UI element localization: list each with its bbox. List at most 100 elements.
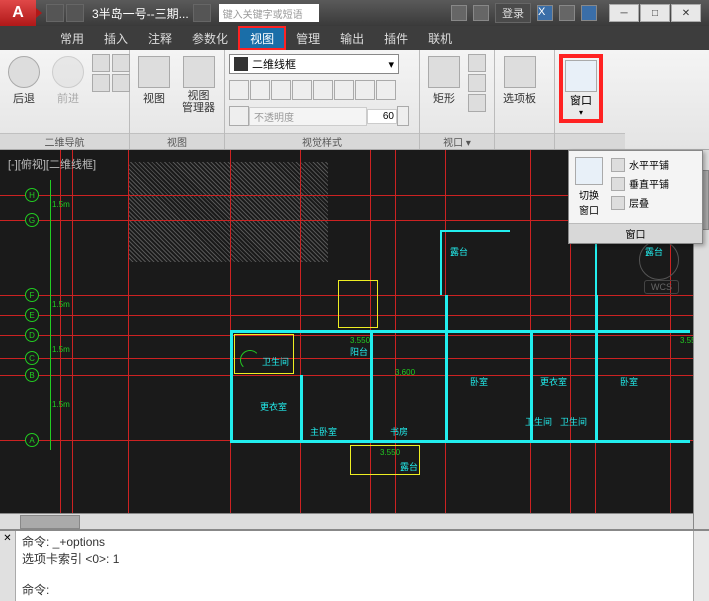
wall xyxy=(440,230,510,232)
visual-style-combo[interactable]: 二维线框 ▾ xyxy=(229,54,399,74)
viewport-btn[interactable] xyxy=(468,74,486,92)
window-controls: ─ □ ✕ xyxy=(609,4,701,22)
balcony xyxy=(338,280,378,328)
rect-label: 矩形 xyxy=(433,90,455,106)
rect-icon xyxy=(428,56,460,88)
forward-button[interactable]: 前进 xyxy=(48,54,88,108)
room-label: 更衣室 xyxy=(540,375,567,388)
wall xyxy=(595,295,598,443)
opacity-spinner[interactable] xyxy=(397,106,409,126)
ribbon-tabs: 常用 插入 注释 参数化 视图 管理 输出 插件 联机 xyxy=(0,26,709,50)
panel-label xyxy=(495,133,554,149)
popup-footer: 窗口 xyxy=(569,223,702,243)
panel-label: 二维导航 xyxy=(0,133,129,149)
user-icon[interactable] xyxy=(473,5,489,21)
cmd-handle[interactable]: ✕ xyxy=(0,531,16,601)
forward-label: 前进 xyxy=(57,90,79,106)
search-input[interactable]: 键入关键字或短语 xyxy=(219,4,319,22)
tab-home[interactable]: 常用 xyxy=(50,26,94,50)
tab-plugin[interactable]: 插件 xyxy=(374,26,418,50)
orbit-icon[interactable] xyxy=(112,54,130,72)
panel-label[interactable]: 视口 ▾ xyxy=(420,133,494,149)
item-label: 层叠 xyxy=(629,195,649,210)
rect-button[interactable]: 矩形 xyxy=(424,54,464,108)
tab-output[interactable]: 输出 xyxy=(330,26,374,50)
tab-parametric[interactable]: 参数化 xyxy=(182,26,238,50)
exchange-icon[interactable]: X xyxy=(537,5,553,21)
item-label: 垂直平铺 xyxy=(629,176,669,191)
style-btn[interactable] xyxy=(313,80,333,100)
switch-window-icon xyxy=(575,157,603,185)
grid-bubble: C xyxy=(25,351,39,365)
tile-horizontal-item[interactable]: 水平平铺 xyxy=(611,157,669,172)
cmd-scrollbar[interactable] xyxy=(693,531,709,601)
app-logo[interactable]: A xyxy=(0,0,36,26)
qat-btn[interactable] xyxy=(66,4,84,22)
style-btn[interactable] xyxy=(292,80,312,100)
dim-text: 1.5m xyxy=(52,345,70,354)
view-button[interactable]: 视图 xyxy=(134,54,174,108)
grid-bubble: B xyxy=(25,368,39,382)
help-icon[interactable] xyxy=(581,5,597,21)
login-button[interactable]: 登录 xyxy=(495,3,531,23)
cascade-item[interactable]: 层叠 xyxy=(611,195,669,210)
tile-h-icon xyxy=(611,158,625,172)
binoculars-icon[interactable] xyxy=(451,5,467,21)
window-button[interactable]: 窗口 ▾ xyxy=(559,54,603,123)
room-label: 主卧室 xyxy=(310,425,337,438)
maximize-button[interactable]: □ xyxy=(640,4,670,22)
opacity-value[interactable]: 60 xyxy=(367,109,397,124)
style-btn[interactable] xyxy=(334,80,354,100)
switch-window-label: 切换 窗口 xyxy=(579,187,599,217)
pan-icon[interactable] xyxy=(92,54,110,72)
opacity-label: 不透明度 xyxy=(249,107,367,126)
dim-value: 3.550 xyxy=(380,448,400,457)
view-label[interactable]: [-][俯视][二维线框] xyxy=(8,156,96,172)
zoom-icon[interactable] xyxy=(112,74,130,92)
tab-annotate[interactable]: 注释 xyxy=(138,26,182,50)
zoom-extents-icon[interactable] xyxy=(92,74,110,92)
tile-vertical-item[interactable]: 垂直平铺 xyxy=(611,176,669,191)
door-arc xyxy=(240,350,260,370)
palette-button[interactable]: 选项板 xyxy=(499,54,540,108)
command-window: ✕ 命令: _+options 选项卡索引 <0>: 1 命令: xyxy=(0,529,709,601)
opacity-icon[interactable] xyxy=(229,106,249,126)
tile-v-icon xyxy=(611,177,625,191)
tab-online[interactable]: 联机 xyxy=(418,26,462,50)
ribbon: 后退 前进 二维导航 视图 视图 管理器 xyxy=(0,50,709,150)
wall xyxy=(300,375,303,443)
tab-view[interactable]: 视图 xyxy=(238,26,286,50)
wall xyxy=(445,295,448,443)
view-manager-button[interactable]: 视图 管理器 xyxy=(178,54,219,116)
style-btn[interactable] xyxy=(250,80,270,100)
grid-line xyxy=(72,150,73,513)
scrollbar-thumb[interactable] xyxy=(20,515,80,529)
close-button[interactable]: ✕ xyxy=(671,4,701,22)
switch-window-button[interactable]: 切换 窗口 xyxy=(575,157,603,217)
viewport-btn[interactable] xyxy=(468,54,486,72)
horizontal-scrollbar[interactable] xyxy=(0,513,693,529)
style-btn[interactable] xyxy=(376,80,396,100)
grid-line xyxy=(0,335,693,336)
compass-icon[interactable] xyxy=(639,240,679,280)
command-text[interactable]: 命令: _+options 选项卡索引 <0>: 1 命令: xyxy=(16,531,693,601)
favorite-icon[interactable] xyxy=(559,5,575,21)
panel-label: 视觉样式 xyxy=(225,133,419,149)
minimize-button[interactable]: ─ xyxy=(609,4,639,22)
qat-btn[interactable] xyxy=(46,4,64,22)
room-label: 卫生间 xyxy=(560,415,587,428)
window-dropdown: 切换 窗口 水平平铺 垂直平铺 层叠 窗口 xyxy=(568,150,703,244)
view-label: 视图 xyxy=(143,90,165,106)
document-title: 3半岛一号--三期... xyxy=(92,5,189,22)
tab-insert[interactable]: 插入 xyxy=(94,26,138,50)
viewport-btn[interactable] xyxy=(468,94,486,112)
back-button[interactable]: 后退 xyxy=(4,54,44,108)
style-btn[interactable] xyxy=(229,80,249,100)
grid-bubble: E xyxy=(25,308,39,322)
dropdown-icon[interactable] xyxy=(193,4,211,22)
room-label: 书房 xyxy=(390,425,408,438)
style-btn[interactable] xyxy=(271,80,291,100)
tab-manage[interactable]: 管理 xyxy=(286,26,330,50)
room-label: 卧室 xyxy=(620,375,638,388)
style-btn[interactable] xyxy=(355,80,375,100)
